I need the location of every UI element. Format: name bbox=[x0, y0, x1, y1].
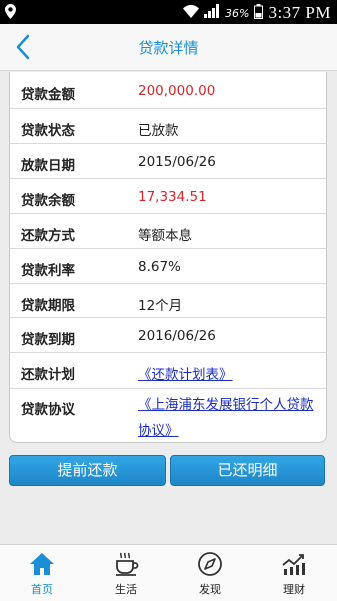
loan-row-term: 贷款期限 12个月 bbox=[10, 284, 326, 318]
loan-row-amount: 贷款金额 200,000.00 bbox=[10, 72, 326, 109]
row-value: 等额本息 bbox=[138, 228, 192, 244]
row-label: 贷款状态 bbox=[21, 123, 75, 139]
agreement-link-line-2[interactable]: 协议》 bbox=[138, 423, 179, 439]
battery-percent: 36% bbox=[225, 6, 250, 20]
loan-row-disbursement-date: 放款日期 2015/06/26 bbox=[10, 144, 326, 179]
loan-row-agreement: 贷款协议 《上海浦东发展银行个人贷款 协议》 bbox=[10, 389, 326, 443]
loan-row-balance: 贷款余额 17,334.51 bbox=[10, 179, 326, 214]
nav-item-finance[interactable]: 理财 bbox=[252, 545, 336, 601]
app-header: 贷款详情 bbox=[0, 24, 337, 71]
coffee-cup-icon bbox=[116, 552, 139, 576]
home-icon bbox=[30, 553, 54, 575]
repayment-schedule-link[interactable]: 《还款计划表》 bbox=[138, 363, 233, 383]
battery-icon bbox=[254, 3, 264, 23]
compass-icon bbox=[198, 552, 222, 576]
row-value: 已放款 bbox=[138, 123, 179, 139]
nav-label: 首页 bbox=[31, 583, 53, 596]
row-label: 贷款到期 bbox=[21, 332, 75, 348]
status-bar: 36% 3:37 PM bbox=[0, 0, 337, 24]
row-label: 贷款金额 bbox=[21, 87, 75, 103]
nav-item-life[interactable]: 生活 bbox=[84, 545, 168, 601]
row-label: 放款日期 bbox=[21, 158, 75, 174]
nav-item-home[interactable]: 首页 bbox=[0, 545, 84, 601]
signal-icon bbox=[204, 4, 220, 22]
row-value: 2015/06/26 bbox=[138, 154, 216, 170]
row-value: 200,000.00 bbox=[138, 83, 216, 99]
row-value: 2016/06/26 bbox=[138, 328, 216, 344]
row-label: 贷款期限 bbox=[21, 298, 75, 314]
loan-row-repayment-plan: 还款计划 《还款计划表》 bbox=[10, 353, 326, 389]
row-value: 8.67% bbox=[138, 259, 181, 275]
repaid-details-button[interactable]: 已还明细 bbox=[170, 455, 325, 486]
nav-label: 发现 bbox=[199, 583, 221, 596]
row-value: 17,334.51 bbox=[138, 189, 207, 205]
clock: 3:37 PM bbox=[268, 3, 331, 22]
loan-row-maturity-date: 贷款到期 2016/06/26 bbox=[10, 318, 326, 353]
row-label: 贷款协议 bbox=[21, 402, 75, 418]
nav-item-discover[interactable]: 发现 bbox=[168, 545, 252, 601]
wifi-icon bbox=[183, 4, 199, 22]
row-label: 还款计划 bbox=[21, 367, 75, 383]
nav-label: 生活 bbox=[115, 583, 137, 596]
loan-agreement-link[interactable]: 《上海浦东发展银行个人贷款 协议》 bbox=[138, 392, 318, 444]
loan-row-repayment-method: 还款方式 等额本息 bbox=[10, 214, 326, 249]
chart-trend-icon bbox=[282, 554, 305, 575]
loan-row-status: 贷款状态 已放款 bbox=[10, 109, 326, 144]
agreement-link-line-1[interactable]: 《上海浦东发展银行个人贷款 bbox=[138, 397, 314, 413]
row-label: 贷款余额 bbox=[21, 193, 75, 209]
loan-row-interest-rate: 贷款利率 8.67% bbox=[10, 249, 326, 284]
page-title: 贷款详情 bbox=[138, 39, 199, 57]
prepay-button[interactable]: 提前还款 bbox=[9, 455, 166, 486]
row-value: 12个月 bbox=[138, 298, 183, 314]
row-label: 还款方式 bbox=[21, 228, 75, 244]
location-icon bbox=[5, 4, 16, 23]
nav-label: 理财 bbox=[283, 583, 305, 596]
row-label: 贷款利率 bbox=[21, 263, 75, 279]
bottom-nav: 首页 生活 发现 理财 bbox=[0, 544, 337, 601]
loan-detail-card: 贷款金额 200,000.00 贷款状态 已放款 放款日期 2015/06/26… bbox=[9, 72, 327, 443]
